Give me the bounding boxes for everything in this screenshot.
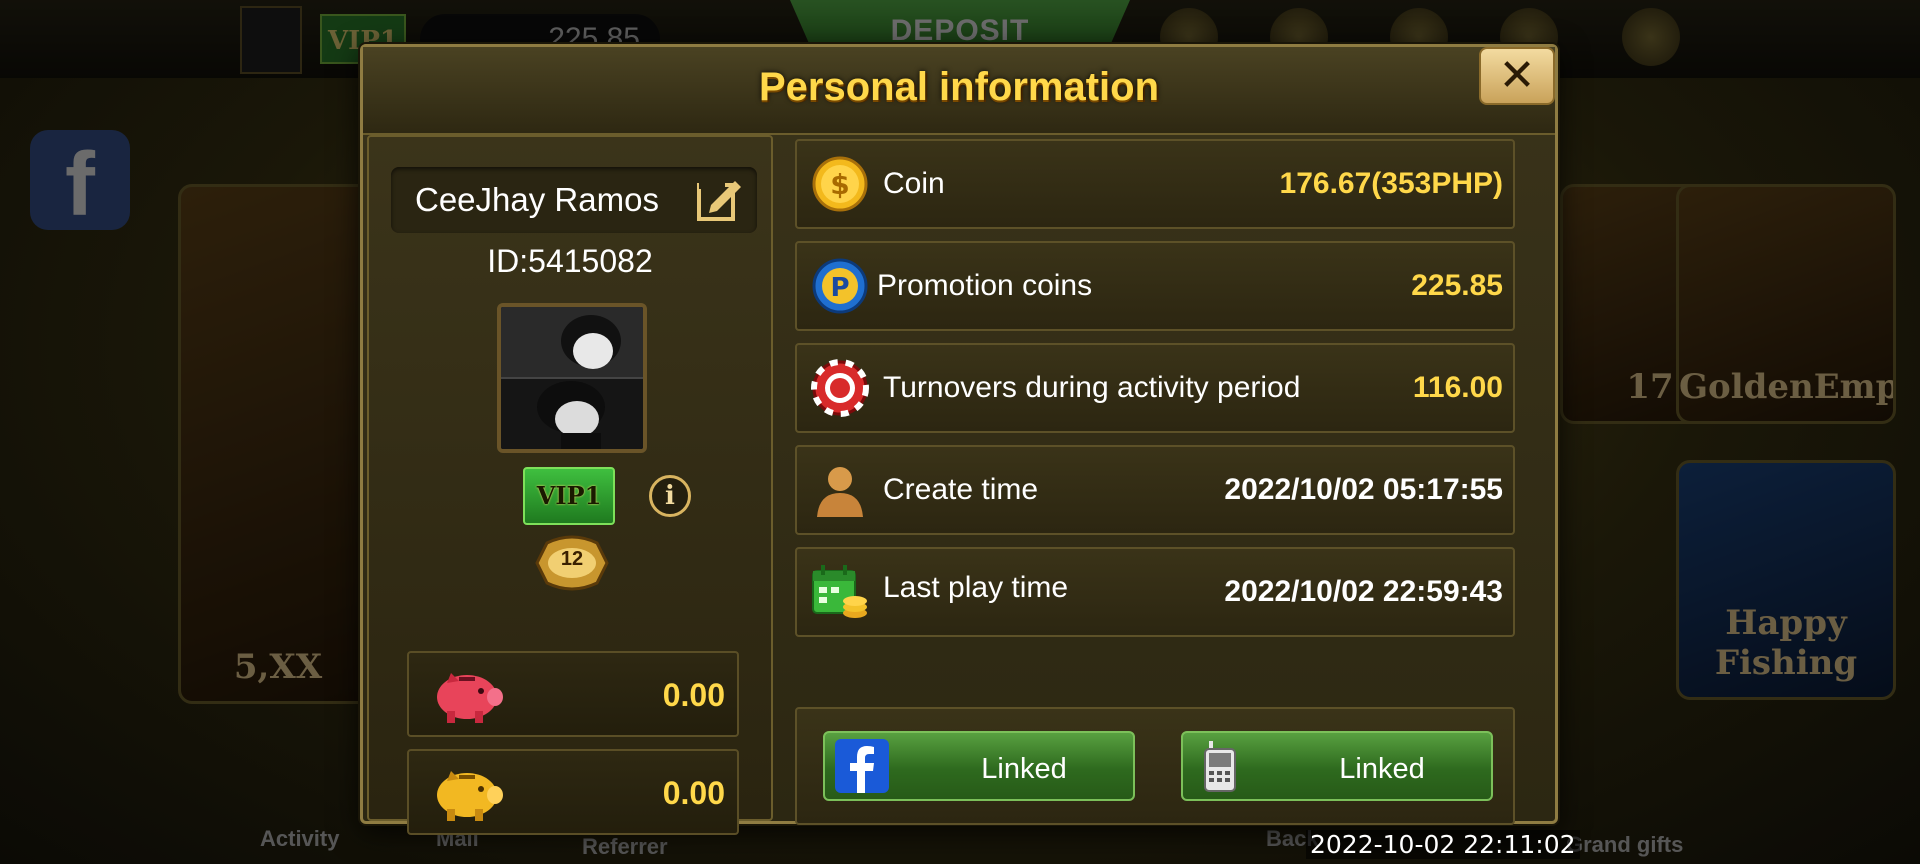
stat-label: Turnovers during activity period [883, 371, 1301, 404]
stat-value: 2022/10/02 22:59:43 [1224, 575, 1503, 608]
dialog-header: Personal information [363, 47, 1555, 135]
pink-piggy-bank-icon [437, 673, 503, 723]
calendar-coins-icon [812, 565, 867, 618]
user-id: ID:5415082 [487, 243, 653, 279]
info-icon[interactable]: i [649, 475, 691, 517]
nav-referrer: Referrer [582, 834, 668, 859]
stat-value: 2022/10/02 05:17:55 [1224, 473, 1503, 506]
coin-icon: $ [812, 156, 868, 212]
phone-link-button[interactable]: Linked [1181, 731, 1493, 801]
stat-row-turnovers: Turnovers during activity period 116.00 [795, 343, 1515, 433]
savings-row[interactable]: 0.00 [407, 749, 739, 835]
close-button[interactable]: ✕ [1479, 47, 1555, 105]
stat-label: Promotion coins [877, 269, 1093, 302]
svg-text:P: P [830, 273, 849, 303]
facebook-icon [835, 739, 889, 793]
level-badge: 12 [533, 535, 611, 591]
savings-amount: 0.00 [662, 775, 725, 811]
personal-info-dialog: Personal information ✕ CeeJhay Ramos ID:… [360, 44, 1558, 835]
nav-grand-gifts: Grand gifts [1566, 832, 1684, 857]
vip-badge: VIP1 [523, 467, 615, 525]
level-number: 12 [560, 548, 584, 570]
facebook-link-button[interactable]: Linked [823, 731, 1135, 801]
phone-link-status: Linked [1339, 753, 1425, 785]
stat-value: 176.67(353PHP) [1279, 167, 1503, 200]
svg-text:$: $ [830, 168, 849, 201]
profile-panel: CeeJhay Ramos ID:5415082 VIP1 i 12 0.00 … [367, 135, 773, 835]
stat-row-last-play-time: Last play time 2022/10/02 22:59:43 [795, 547, 1515, 637]
account-links: Linked Linked [795, 707, 1515, 825]
avatar-image [501, 307, 643, 449]
nav-activity: Activity [260, 826, 340, 851]
safe-box-amount: 0.00 [662, 677, 725, 713]
stat-row-coin: $ Coin 176.67(353PHP) [795, 139, 1515, 229]
facebook-link-status: Linked [981, 753, 1067, 785]
poker-chip-icon [811, 359, 869, 417]
stat-label: Coin [883, 167, 945, 200]
stat-value: 116.00 [1412, 371, 1503, 404]
stat-row-create-time: Create time 2022/10/02 05:17:55 [795, 445, 1515, 535]
user-icon [817, 467, 863, 517]
game-card: GoldenEmpire [1676, 184, 1896, 424]
safe-box-row[interactable]: 0.00 [407, 651, 739, 737]
avatar[interactable] [497, 303, 647, 453]
stat-label: Last play time [883, 571, 1069, 604]
promotion-coin-icon: P [812, 258, 868, 314]
edit-icon[interactable] [695, 175, 745, 225]
top-avatar [240, 6, 302, 74]
gold-piggy-bank-icon [437, 771, 503, 821]
username: CeeJhay Ramos [415, 181, 659, 218]
stats-panel: $ Coin 176.67(353PHP) P Promotion coins … [795, 139, 1515, 825]
stat-label: Create time [883, 473, 1039, 506]
mobile-phone-icon [1204, 741, 1236, 792]
facebook-side-icon: f [30, 130, 130, 235]
stat-row-promotion-coins: P Promotion coins 225.85 [795, 241, 1515, 331]
username-field: CeeJhay Ramos [391, 167, 757, 233]
status-timestamp: 2022-10-02 22:11:02 [1306, 830, 1580, 859]
game-card: Happy Fishing [1676, 460, 1896, 700]
stat-value: 225.85 [1411, 269, 1503, 302]
menu-icon [1622, 8, 1680, 66]
dialog-title: Personal information [758, 65, 1160, 109]
game-card: 5,XX [178, 184, 378, 704]
